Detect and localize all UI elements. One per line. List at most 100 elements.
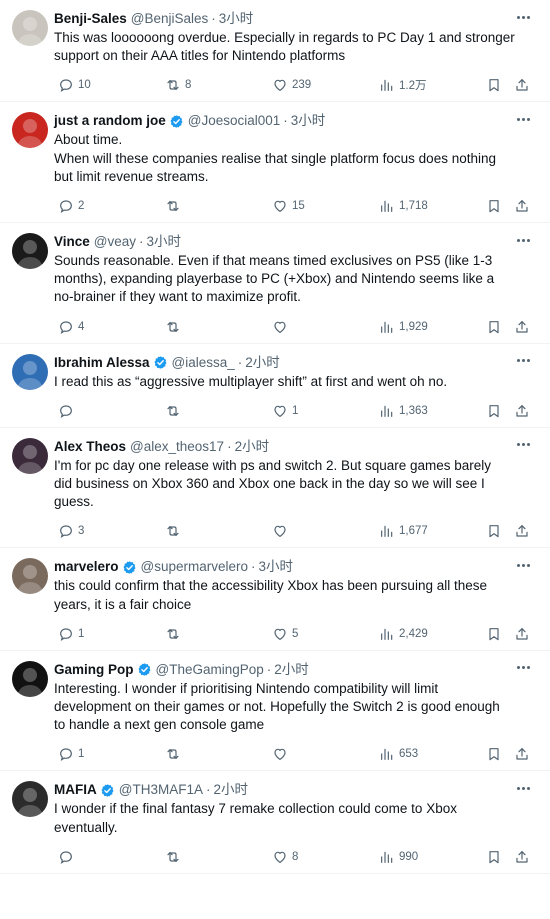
views-button[interactable]: 1,363	[375, 401, 428, 421]
tweet-reply[interactable]: marvelero @supermarvelero · 3小时 this could c…	[0, 548, 550, 651]
more-options-icon[interactable]	[514, 558, 532, 572]
timestamp[interactable]: 2小时	[274, 661, 309, 679]
reply-button[interactable]: 4	[54, 317, 84, 337]
tweet-text: This was loooooong overdue. Especially i…	[54, 29, 534, 65]
like-button[interactable]	[268, 317, 288, 337]
bookmark-button[interactable]	[482, 196, 502, 216]
display-name[interactable]: Ibrahim Alessa	[54, 354, 150, 372]
views-button[interactable]: 990	[375, 847, 418, 867]
timestamp[interactable]: 3小时	[291, 112, 326, 130]
tweet-reply[interactable]: MAFIA @TH3MAF1A · 2小时 I wonder if the final …	[0, 771, 550, 874]
tweet-text-line: eventually.	[54, 819, 118, 835]
timestamp[interactable]: 3小时	[147, 233, 182, 251]
share-button[interactable]	[510, 317, 530, 337]
timestamp[interactable]: 2小时	[245, 354, 280, 372]
reply-button[interactable]: 1	[54, 624, 84, 644]
display-name[interactable]: Vince	[54, 233, 90, 251]
user-handle[interactable]: @TH3MAF1A	[119, 781, 203, 799]
timestamp[interactable]: 2小时	[213, 781, 248, 799]
display-name[interactable]: MAFIA	[54, 781, 97, 799]
share-button[interactable]	[510, 744, 530, 764]
more-options-icon[interactable]	[514, 233, 532, 247]
avatar[interactable]	[12, 233, 48, 270]
tweet-reply[interactable]: Gaming Pop @TheGamingPop · 2小时 Interesting. …	[0, 651, 550, 772]
like-button[interactable]	[268, 521, 288, 541]
avatar[interactable]	[12, 660, 48, 697]
tweet-reply[interactable]: just a random joe @Joesocial001 · 3小时 About …	[0, 102, 550, 224]
tweet-reply[interactable]: Ibrahim Alessa @ialessa_ · 2小时 I read this a…	[0, 344, 550, 428]
display-name[interactable]: Alex Theos	[54, 438, 126, 456]
more-options-icon[interactable]	[514, 661, 532, 675]
views-button[interactable]: 1,677	[375, 521, 428, 541]
avatar[interactable]	[12, 437, 48, 474]
user-handle[interactable]: @TheGamingPop	[156, 661, 264, 679]
views-button[interactable]: 2,429	[375, 624, 428, 644]
views-button[interactable]: 1,718	[375, 196, 428, 216]
more-options-icon[interactable]	[514, 438, 532, 452]
bookmark-button[interactable]	[482, 75, 502, 95]
tweet-reply[interactable]: Benji-Sales @BenjiSales · 3小时 This was loooo…	[0, 0, 550, 103]
user-handle[interactable]: @Joesocial001	[188, 112, 281, 130]
tweet-reply[interactable]: Vince @veay · 3小时 Sounds reasonable. Even if…	[0, 223, 550, 344]
share-button[interactable]	[510, 624, 530, 644]
verified-badge-icon	[122, 560, 137, 575]
retweet-button[interactable]	[161, 196, 181, 216]
avatar[interactable]	[12, 558, 48, 595]
bookmark-button[interactable]	[482, 624, 502, 644]
share-button[interactable]	[510, 401, 530, 421]
share-button[interactable]	[510, 521, 530, 541]
like-button[interactable]: 1	[268, 401, 298, 421]
retweet-button[interactable]	[161, 744, 181, 764]
timestamp[interactable]: 3小时	[259, 558, 294, 576]
bookmark-button[interactable]	[482, 401, 502, 421]
like-button[interactable]: 239	[268, 75, 311, 95]
timestamp[interactable]: 2小时	[235, 438, 270, 456]
like-button[interactable]: 15	[268, 196, 305, 216]
user-handle[interactable]: @veay	[94, 233, 136, 251]
share-button[interactable]	[510, 847, 530, 867]
display-name[interactable]: just a random joe	[54, 112, 166, 130]
retweet-button[interactable]	[161, 624, 181, 644]
views-button[interactable]: 653	[375, 744, 418, 764]
avatar[interactable]	[12, 353, 48, 390]
timestamp[interactable]: 3小时	[219, 10, 254, 28]
share-button[interactable]	[510, 75, 530, 95]
display-name[interactable]: marvelero	[54, 558, 119, 576]
like-button[interactable]: 5	[268, 624, 298, 644]
more-options-icon[interactable]	[514, 10, 532, 24]
bookmark-button[interactable]	[482, 521, 502, 541]
retweet-button[interactable]: 8	[161, 75, 191, 95]
bookmark-button[interactable]	[482, 317, 502, 337]
views-button[interactable]: 1.2万	[375, 75, 427, 95]
user-handle[interactable]: @alex_theos17	[130, 438, 224, 456]
reply-button[interactable]: 2	[54, 196, 84, 216]
user-handle[interactable]: @BenjiSales	[131, 10, 209, 28]
more-options-icon[interactable]	[514, 781, 532, 795]
tweet-reply[interactable]: Alex Theos @alex_theos17 · 2小时 I'm for pc da…	[0, 428, 550, 549]
retweet-button[interactable]	[161, 317, 181, 337]
bookmark-button[interactable]	[482, 744, 502, 764]
reply-button[interactable]	[54, 401, 74, 421]
bookmark-button[interactable]	[482, 847, 502, 867]
like-button[interactable]: 8	[268, 847, 298, 867]
retweet-button[interactable]	[161, 521, 181, 541]
avatar[interactable]	[12, 781, 48, 818]
reply-button[interactable]: 3	[54, 521, 84, 541]
avatar[interactable]	[12, 112, 48, 149]
retweet-button[interactable]	[161, 401, 181, 421]
user-handle[interactable]: @supermarvelero	[141, 558, 249, 576]
views-button[interactable]: 1,929	[375, 317, 428, 337]
avatar[interactable]	[12, 10, 48, 46]
more-options-icon[interactable]	[514, 354, 532, 368]
display-name[interactable]: Gaming Pop	[54, 661, 134, 679]
tweet-text-line: years, it is a fair choice	[54, 596, 192, 612]
reply-button[interactable]: 10	[54, 75, 91, 95]
display-name[interactable]: Benji-Sales	[54, 10, 127, 28]
user-handle[interactable]: @ialessa_	[172, 354, 235, 372]
reply-button[interactable]	[54, 847, 74, 867]
more-options-icon[interactable]	[514, 112, 532, 126]
retweet-button[interactable]	[161, 847, 181, 867]
like-button[interactable]	[268, 744, 288, 764]
share-button[interactable]	[510, 196, 530, 216]
reply-button[interactable]: 1	[54, 744, 84, 764]
